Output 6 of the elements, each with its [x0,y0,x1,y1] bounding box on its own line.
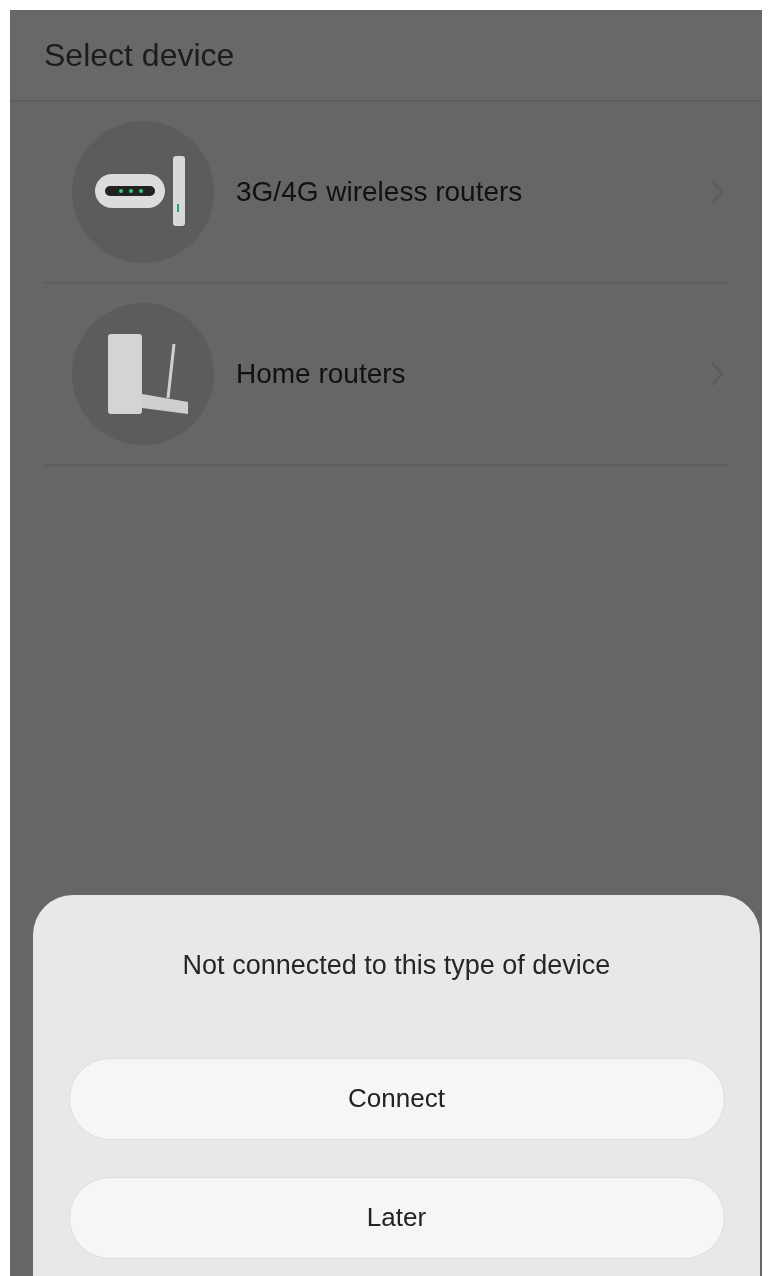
dialog-message: Not connected to this type of device [182,949,611,982]
screen-title: Select device [44,36,235,75]
dialog-button[interactable]: Connect [68,1057,725,1140]
device-type-label: Home routers [236,357,407,391]
dialog-button[interactable]: Later [68,1176,725,1259]
device-type-label: 3G/4G wireless routers [236,175,524,209]
